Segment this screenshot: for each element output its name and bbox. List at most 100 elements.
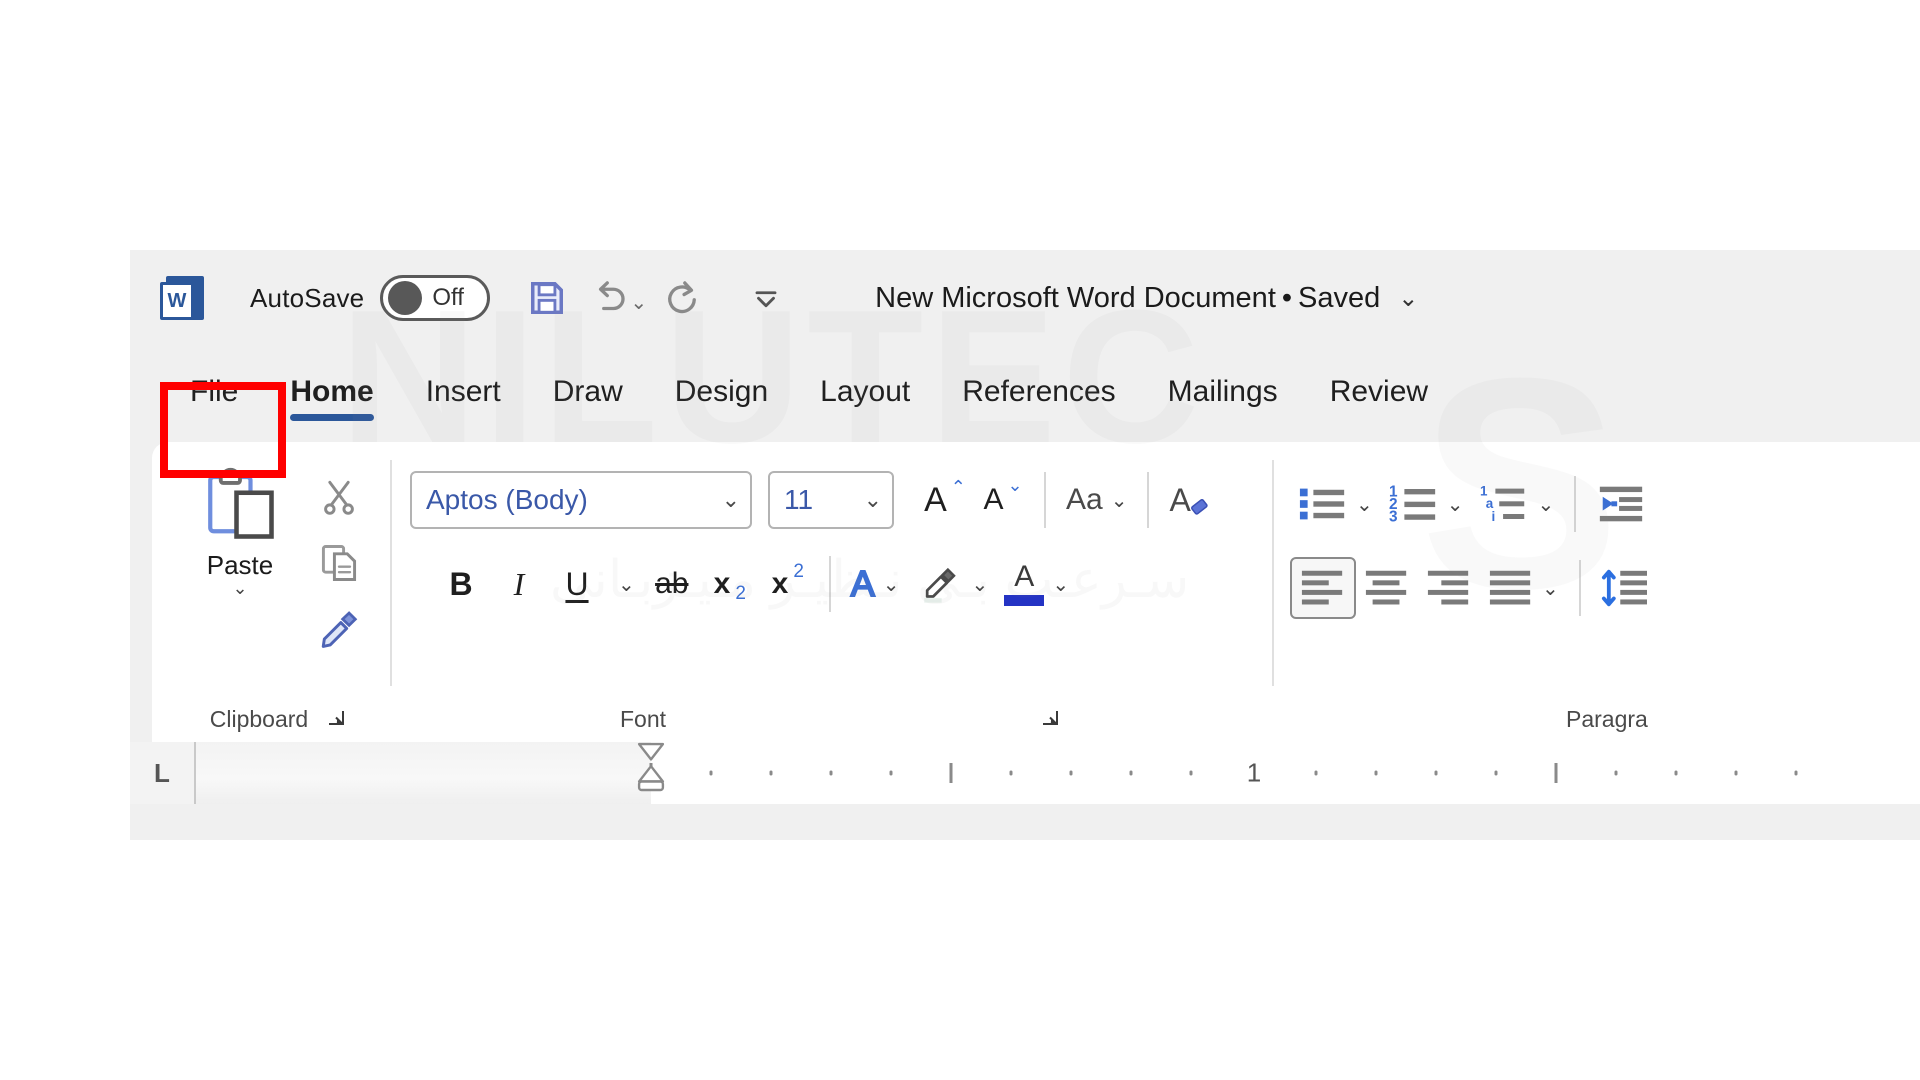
tab-file[interactable]: File (164, 361, 264, 427)
text-effects-button[interactable]: A ⌄ (843, 553, 908, 615)
tab-design[interactable]: Design (649, 361, 794, 427)
horizontal-ruler[interactable]: 1 (194, 742, 1920, 804)
change-case-label: Aa (1066, 483, 1103, 516)
multilevel-list-icon: 1 a i (1480, 483, 1524, 524)
paste-dropdown-caret-icon[interactable]: ⌄ (232, 579, 247, 597)
paste-button[interactable]: Paste ⌄ (178, 456, 302, 597)
text-effects-chevron-down-icon[interactable]: ⌄ (883, 572, 900, 597)
tab-home-active-underline (290, 414, 374, 421)
font-divider-3 (828, 556, 831, 612)
indent-markers[interactable] (634, 742, 668, 804)
paste-icon (208, 467, 274, 539)
tab-draw[interactable]: Draw (527, 361, 649, 427)
underline-button[interactable]: U (548, 553, 606, 615)
align-center-button[interactable] (1356, 557, 1418, 619)
font-group-label: Font (619, 705, 667, 732)
tab-mailings-label: Mailings (1167, 375, 1278, 408)
ribbon-group-paragraph: ⌄ 1 2 3 ⌄ 1 a i ⌄ ⌄ Paragra (1274, 442, 1834, 742)
strikethrough-label: ab (655, 567, 689, 600)
grow-font-letter: A (924, 480, 947, 519)
superscript-button[interactable]: x2 (759, 553, 817, 615)
tab-insert[interactable]: Insert (400, 361, 527, 427)
paragraph-row-bottom: ⌄ (1290, 550, 1659, 626)
underline-letter: U (565, 565, 589, 602)
decrease-indent-button[interactable] (1588, 473, 1654, 535)
font-dialog-launcher[interactable] (1036, 706, 1062, 732)
change-case-chevron-down-icon[interactable]: ⌄ (1111, 488, 1128, 513)
subscript-button[interactable]: x2 (701, 553, 759, 615)
bullets-chevron-down-icon[interactable]: ⌄ (1356, 492, 1373, 517)
align-right-button[interactable] (1418, 557, 1480, 619)
superscript-index: 2 (793, 561, 804, 582)
save-icon (531, 282, 564, 314)
tab-draw-label: Draw (552, 375, 623, 408)
tab-stop-selector[interactable]: L (130, 758, 194, 789)
clipboard-dialog-launcher[interactable] (322, 706, 348, 732)
tab-references[interactable]: References (936, 361, 1141, 427)
numbering-chevron-down-icon[interactable]: ⌄ (1447, 492, 1464, 517)
justify-chevron-down-icon[interactable]: ⌄ (1542, 576, 1559, 601)
font-color-chevron-down-icon[interactable]: ⌄ (1052, 572, 1069, 597)
line-spacing-icon (1601, 569, 1647, 607)
align-center-icon (1365, 570, 1407, 605)
change-case-button[interactable]: Aa ⌄ (1058, 469, 1135, 531)
italic-button[interactable]: I (490, 553, 548, 615)
bold-letter: B (449, 565, 473, 602)
align-left-button[interactable] (1290, 557, 1356, 619)
tab-review[interactable]: Review (1304, 361, 1454, 427)
font-name-chevron-down-icon[interactable]: ⌄ (708, 487, 740, 513)
highlight-chevron-down-icon[interactable]: ⌄ (972, 572, 989, 597)
clipboard-group-label: Clipboard (209, 705, 309, 732)
undo-dropdown-button[interactable]: ⌄ (630, 267, 647, 329)
subscript-base: x (713, 567, 731, 600)
svg-text:i: i (1491, 509, 1495, 524)
line-spacing-button[interactable] (1593, 557, 1659, 619)
text-highlight-color-button[interactable]: ⌄ (908, 553, 997, 615)
underline-dropdown-button[interactable]: ⌄ (606, 553, 643, 615)
save-button[interactable] (516, 267, 578, 329)
format-painter-button[interactable] (308, 598, 370, 660)
redo-button[interactable] (651, 267, 713, 329)
bold-button[interactable]: B (432, 553, 490, 615)
tab-design-label: Design (674, 375, 769, 408)
paintbrush-icon (321, 611, 358, 648)
grow-font-button[interactable]: A ⌃ (916, 469, 974, 531)
italic-letter: I (513, 565, 525, 602)
font-name-value: Aptos (Body) (426, 484, 588, 515)
multilevel-chevron-down-icon[interactable]: ⌄ (1538, 492, 1555, 517)
font-group-footer: Font (410, 696, 1272, 742)
shrink-font-button[interactable]: A ⌄ (974, 469, 1032, 531)
font-color-button[interactable]: A ⌄ (996, 553, 1077, 615)
font-size-combobox[interactable]: 11 ⌄ (768, 471, 894, 529)
tab-layout[interactable]: Layout (794, 361, 936, 427)
copy-button[interactable] (308, 532, 370, 594)
ribbon-home-content: Paste ⌄ Clipboard Aptos (Body) ⌄ 11 ⌄ A … (152, 442, 1920, 742)
bullets-button[interactable]: ⌄ (1290, 473, 1381, 535)
title-bar: W AutoSave Off ⌄ New Microsoft Word Docu… (130, 250, 1920, 346)
align-left-icon (1301, 570, 1343, 605)
customize-quick-access-button[interactable] (735, 267, 797, 329)
tab-mailings[interactable]: Mailings (1142, 361, 1304, 427)
tab-insert-label: Insert (425, 375, 501, 408)
word-logo-letter: W (167, 290, 187, 312)
tab-stop-marker: L (154, 757, 170, 788)
clear-formatting-button[interactable]: A (1161, 469, 1220, 531)
multilevel-list-button[interactable]: 1 a i ⌄ (1472, 473, 1563, 535)
bulleted-list-icon (1299, 488, 1345, 520)
justify-button[interactable]: ⌄ (1480, 557, 1567, 619)
font-name-combobox[interactable]: Aptos (Body) ⌄ (410, 471, 752, 529)
screenshot-root: NILUTEC S سـرعـت بـی نـظیـر مـیـزبـانی W… (0, 0, 1920, 1080)
tab-home[interactable]: Home (264, 361, 399, 427)
paste-button-label: Paste (206, 550, 274, 580)
cut-button[interactable] (308, 466, 370, 528)
title-dropdown-caret-icon[interactable]: ⌄ (1398, 284, 1418, 313)
tab-file-label: File (190, 375, 239, 408)
autosave-toggle[interactable]: Off (380, 275, 491, 321)
ribbon-group-clipboard: Paste ⌄ Clipboard (152, 442, 390, 742)
numbering-button[interactable]: 1 2 3 ⌄ (1381, 473, 1472, 535)
numbered-list-icon: 1 2 3 (1389, 483, 1435, 526)
font-size-chevron-down-icon[interactable]: ⌄ (850, 487, 882, 513)
strikethrough-button[interactable]: ab (643, 553, 701, 615)
document-title[interactable]: New Microsoft Word Document • Saved (875, 282, 1380, 315)
save-status-text: Saved (1298, 281, 1381, 314)
